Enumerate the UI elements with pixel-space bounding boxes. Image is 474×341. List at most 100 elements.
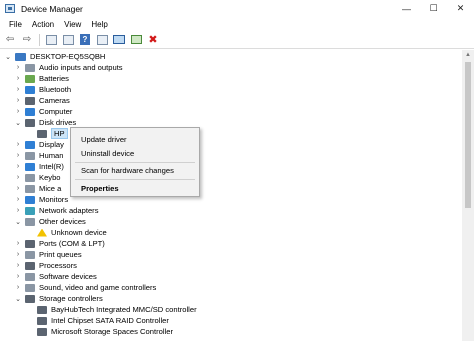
close-button[interactable]: ✕ <box>447 0 474 17</box>
other-devices-icon <box>25 217 35 226</box>
tree-item-label: Intel Chipset SATA RAID Controller <box>51 316 169 325</box>
storage-controller-icon <box>37 316 47 325</box>
mouse-icon <box>25 184 35 193</box>
properties-toolbar-button[interactable] <box>61 33 75 47</box>
storage-controller-icon <box>25 294 35 303</box>
menu-uninstall-device[interactable]: Uninstall device <box>71 148 199 159</box>
add-legacy-hardware-button[interactable] <box>129 33 143 47</box>
tree-item-storage-controllers[interactable]: ⌄ Storage controllers <box>14 293 103 304</box>
disk-drive-icon <box>25 118 35 127</box>
tree-item-computer[interactable]: › Computer <box>14 106 73 117</box>
tree-root[interactable]: ⌄ DESKTOP-EQ5SQBH <box>4 51 105 62</box>
tree-item-hp-disk[interactable]: HP <box>26 128 68 139</box>
tree-item-processors[interactable]: › Processors <box>14 260 77 271</box>
maximize-button[interactable]: ☐ <box>420 0 447 17</box>
menu-update-driver[interactable]: Update driver <box>71 134 199 145</box>
speaker-icon <box>25 63 35 72</box>
port-icon <box>25 239 35 248</box>
expand-arrow-icon[interactable]: › <box>14 251 22 258</box>
tree-item-label: BayHubTech Integrated MMC/SD controller <box>51 305 197 314</box>
tree-item-intel[interactable]: › Intel(R) <box>14 161 64 172</box>
tree-item-keyboards[interactable]: › Keybo <box>14 172 61 183</box>
vertical-scrollbar[interactable]: ▲ <box>462 50 474 341</box>
tree-item-label: HP <box>51 128 68 139</box>
disk-drive-icon <box>37 129 47 138</box>
menu-help[interactable]: Help <box>86 20 112 29</box>
back-button[interactable]: ⇦ <box>3 33 17 47</box>
expand-arrow-icon[interactable]: › <box>14 86 22 93</box>
computer-icon <box>15 52 26 61</box>
uninstall-toolbar-button[interactable]: ✖ <box>146 33 160 47</box>
expand-arrow-icon[interactable]: › <box>14 163 22 170</box>
menu-view[interactable]: View <box>59 20 86 29</box>
expand-arrow-icon[interactable]: › <box>14 108 22 115</box>
menu-file[interactable]: File <box>4 20 27 29</box>
title-bar: Device Manager — ☐ ✕ <box>0 0 474 17</box>
expand-arrow-icon[interactable]: › <box>14 240 22 247</box>
tree-item-unknown-device[interactable]: Unknown device <box>26 227 107 238</box>
tree-item-monitors[interactable]: › Monitors <box>14 194 68 205</box>
expand-arrow-icon[interactable]: › <box>14 64 22 71</box>
tree-item-label: Storage controllers <box>39 294 103 303</box>
tree-item-storage-spaces[interactable]: Microsoft Storage Spaces Controller <box>26 326 173 337</box>
expand-arrow-icon[interactable]: › <box>14 97 22 104</box>
menu-action[interactable]: Action <box>27 20 59 29</box>
show-hide-console-tree-button[interactable] <box>44 33 58 47</box>
tree-item-human-interface[interactable]: › Human <box>14 150 64 161</box>
collapse-arrow-icon[interactable]: ⌄ <box>4 53 12 61</box>
tree-item-other-devices[interactable]: ⌄ Other devices <box>14 216 86 227</box>
expand-arrow-icon[interactable]: › <box>14 141 22 148</box>
network-adapter-icon <box>25 206 35 215</box>
minimize-button[interactable]: — <box>393 0 420 17</box>
arrow-left-icon: ⇦ <box>5 33 15 45</box>
collapse-arrow-icon[interactable]: ⌄ <box>14 295 22 303</box>
expand-arrow-icon[interactable]: › <box>14 152 22 159</box>
battery-icon <box>25 74 35 83</box>
hid-icon <box>25 151 35 160</box>
tree-item-display[interactable]: › Display <box>14 139 64 150</box>
expand-arrow-icon[interactable]: › <box>14 185 22 192</box>
expand-arrow-icon[interactable]: › <box>14 207 22 214</box>
tree-item-intel-sata[interactable]: Intel Chipset SATA RAID Controller <box>26 315 169 326</box>
printer-icon <box>25 250 35 259</box>
monitor-icon <box>113 35 125 44</box>
tree-item-disk-drives[interactable]: ⌄ Disk drives <box>14 117 76 128</box>
collapse-arrow-icon[interactable]: ⌄ <box>14 119 22 127</box>
tree-item-network-adapters[interactable]: › Network adapters <box>14 205 99 216</box>
scroll-up-icon[interactable]: ▲ <box>462 50 474 60</box>
expand-arrow-icon[interactable]: › <box>14 75 22 82</box>
tree-item-batteries[interactable]: › Batteries <box>14 73 69 84</box>
speaker-icon <box>25 283 35 292</box>
menu-scan-hardware[interactable]: Scan for hardware changes <box>71 165 199 176</box>
tree-item-mice[interactable]: › Mice a <box>14 183 62 194</box>
menu-properties[interactable]: Properties <box>71 183 199 194</box>
tree-item-bluetooth[interactable]: › Bluetooth <box>14 84 71 95</box>
menu-bar: File Action View Help <box>0 17 474 31</box>
computer-icon <box>25 107 35 116</box>
tree-item-audio[interactable]: › Audio inputs and outputs <box>14 62 123 73</box>
scan-hardware-button[interactable] <box>112 33 126 47</box>
display-adapter-icon <box>25 140 35 149</box>
tree-item-cameras[interactable]: › Cameras <box>14 95 70 106</box>
tree-item-print-queues[interactable]: › Print queues <box>14 249 82 260</box>
update-driver-toolbar-button[interactable] <box>95 33 109 47</box>
storage-controller-icon <box>37 305 47 314</box>
toolbar: ⇦ ⇨ ? ✖ <box>0 31 474 49</box>
tree-item-label: Other devices <box>39 217 86 226</box>
tree-item-ports[interactable]: › Ports (COM & LPT) <box>14 238 105 249</box>
expand-arrow-icon[interactable]: › <box>14 284 22 291</box>
bluetooth-icon <box>25 85 35 94</box>
tree-item-software-devices[interactable]: › Software devices <box>14 271 97 282</box>
expand-arrow-icon[interactable]: › <box>14 196 22 203</box>
camera-icon <box>25 96 35 105</box>
tree-item-bayhubtech[interactable]: BayHubTech Integrated MMC/SD controller <box>26 304 197 315</box>
help-button[interactable]: ? <box>78 33 92 47</box>
expand-arrow-icon[interactable]: › <box>14 273 22 280</box>
context-menu: Update driver Uninstall device Scan for … <box>70 127 200 197</box>
forward-button[interactable]: ⇨ <box>20 33 34 47</box>
expand-arrow-icon[interactable]: › <box>14 174 22 181</box>
collapse-arrow-icon[interactable]: ⌄ <box>14 218 22 226</box>
scrollbar-thumb[interactable] <box>465 62 471 208</box>
expand-arrow-icon[interactable]: › <box>14 262 22 269</box>
tree-item-sound-video[interactable]: › Sound, video and game controllers <box>14 282 157 293</box>
